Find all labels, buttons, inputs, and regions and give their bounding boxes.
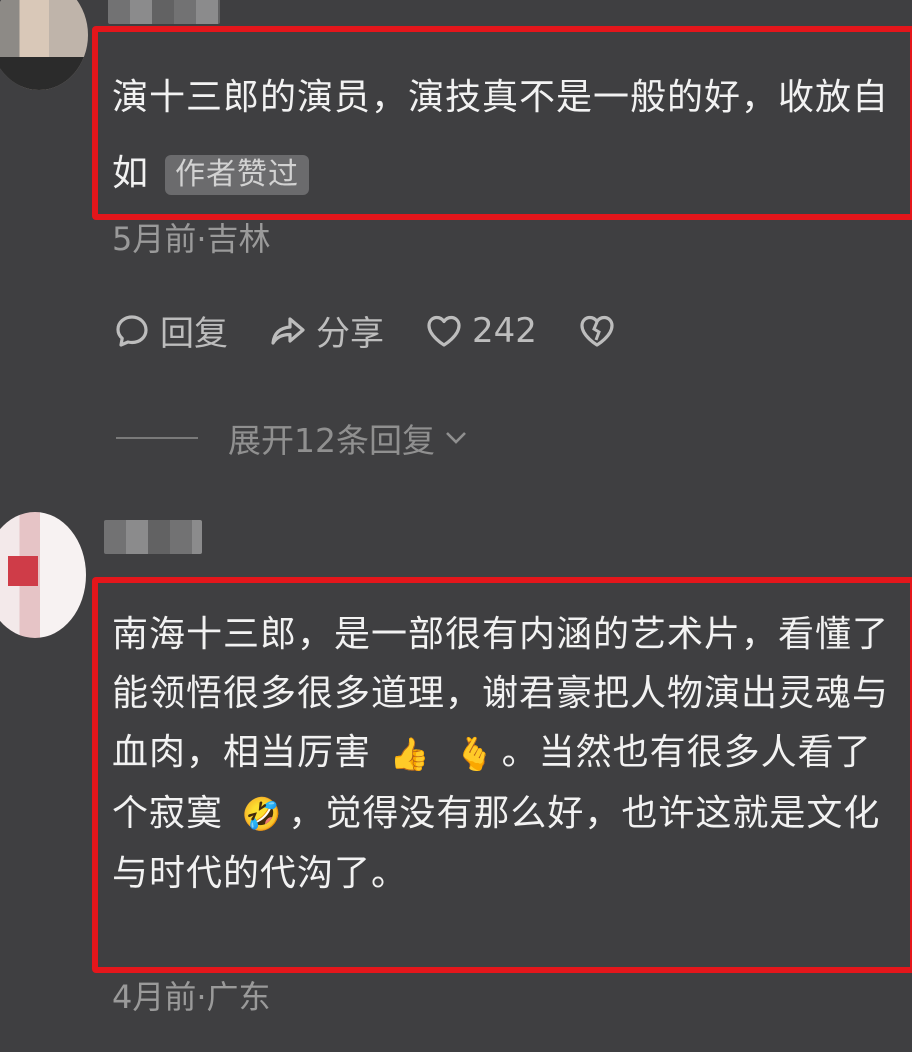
author-liked-badge: 作者赞过 bbox=[165, 155, 310, 195]
broken-heart-icon bbox=[580, 315, 614, 347]
expand-replies-label: 展开12条回复 bbox=[228, 421, 435, 460]
reply-label: 回复 bbox=[160, 314, 228, 354]
heart-icon bbox=[427, 315, 461, 347]
avatar[interactable] bbox=[0, 512, 86, 638]
like-count: 242 bbox=[472, 310, 537, 351]
comment-body-part3: ，觉得没有那么好，也许这就是文化与时代的代沟了。 bbox=[112, 792, 881, 895]
comment-meta: 4月前·广东 bbox=[112, 978, 271, 1016]
avatar[interactable] bbox=[0, 0, 88, 90]
username-blurred[interactable] bbox=[104, 520, 202, 554]
divider-line bbox=[116, 437, 198, 439]
comment-meta: 5月前·吉林 bbox=[112, 220, 271, 258]
laughing-emoji: 🤣 bbox=[241, 795, 283, 833]
share-label: 分享 bbox=[316, 314, 384, 354]
share-button[interactable]: 分享 bbox=[268, 306, 384, 355]
like-button[interactable]: 242 bbox=[424, 311, 537, 351]
comment-text: 南海十三郎，是一部很有内涵的艺术片，看懂了能领悟很多很多道理，谢君豪把人物演出灵… bbox=[112, 605, 902, 903]
chevron-down-icon bbox=[446, 432, 466, 444]
thumbs-up-emoji: 👍 bbox=[389, 734, 431, 773]
username-blurred[interactable] bbox=[108, 0, 220, 24]
comment-text: 演十三郎的演员，演技真不是一般的好，收放自如 作者赞过 bbox=[112, 60, 902, 212]
comment-actions: 回复 分享 242 bbox=[112, 306, 665, 355]
expand-replies-button[interactable]: 展开12条回复 bbox=[116, 414, 469, 462]
share-icon bbox=[271, 316, 305, 345]
reply-button[interactable]: 回复 bbox=[112, 306, 228, 355]
reply-icon bbox=[116, 314, 148, 347]
dislike-button[interactable] bbox=[577, 311, 625, 351]
finger-heart-emoji: 🫰 bbox=[454, 734, 496, 773]
